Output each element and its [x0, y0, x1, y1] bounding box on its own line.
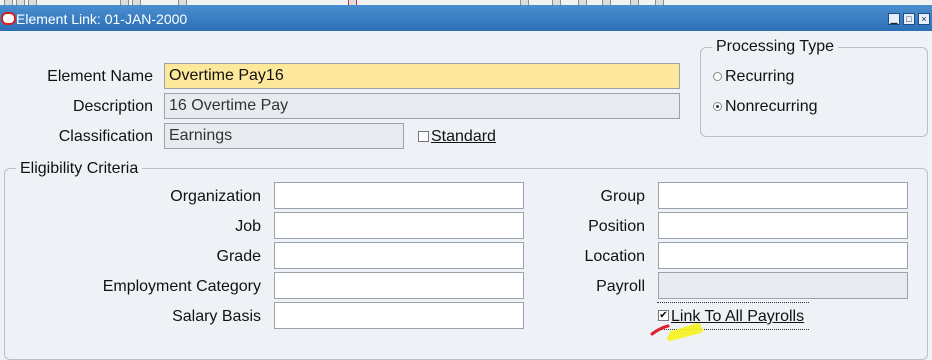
- classification-label: Classification: [58, 128, 153, 145]
- location-label: Location: [584, 248, 646, 265]
- job-label: Job: [235, 218, 261, 235]
- recurring-label: Recurring: [725, 68, 795, 85]
- payroll-label: Payroll: [596, 278, 645, 295]
- minimize-button[interactable]: ▁: [888, 13, 900, 25]
- element-name-field[interactable]: Overtime Pay16: [164, 63, 680, 89]
- recurring-radio[interactable]: [713, 72, 722, 81]
- group-field[interactable]: [658, 182, 908, 209]
- close-button[interactable]: ×: [918, 13, 930, 25]
- oracle-logo-icon: [1, 12, 16, 25]
- window-title: Element Link: 01-JAN-2000: [16, 11, 188, 27]
- annotation-marks: [650, 323, 703, 341]
- group-label: Group: [600, 188, 645, 205]
- payroll-field[interactable]: [658, 272, 908, 299]
- classification-field[interactable]: Earnings: [164, 123, 404, 149]
- standard-checkbox[interactable]: [418, 131, 429, 142]
- salary-basis-label: Salary Basis: [172, 308, 261, 325]
- position-field[interactable]: [658, 212, 908, 239]
- eligibility-criteria-legend: Eligibility Criteria: [16, 159, 143, 179]
- description-label: Description: [72, 98, 153, 115]
- red-annotation-mark: [650, 324, 670, 336]
- nonrecurring-label: Nonrecurring: [725, 98, 818, 115]
- standard-label-text: Standard: [431, 128, 496, 145]
- grade-field[interactable]: [274, 242, 524, 269]
- location-field[interactable]: [658, 242, 908, 269]
- organization-field[interactable]: [274, 182, 524, 209]
- salary-basis-field[interactable]: [274, 302, 524, 329]
- organization-label: Organization: [170, 188, 261, 205]
- maximize-button[interactable]: □: [903, 13, 915, 25]
- employment-category-label: Employment Category: [102, 278, 261, 295]
- yellow-highlight-mark: [667, 323, 703, 341]
- processing-type-group: [700, 47, 928, 137]
- element-name-label: Element Name: [47, 68, 153, 85]
- employment-category-field[interactable]: [274, 272, 524, 299]
- processing-type-legend: Processing Type: [712, 37, 838, 57]
- job-field[interactable]: [274, 212, 524, 239]
- position-label: Position: [588, 218, 645, 235]
- window-titlebar: Element Link: 01-JAN-2000 ▁ □ ×: [0, 5, 932, 31]
- description-field[interactable]: 16 Overtime Pay: [164, 93, 680, 119]
- grade-label: Grade: [216, 248, 261, 265]
- nonrecurring-radio[interactable]: [713, 102, 722, 111]
- standard-label: Standard: [431, 127, 496, 147]
